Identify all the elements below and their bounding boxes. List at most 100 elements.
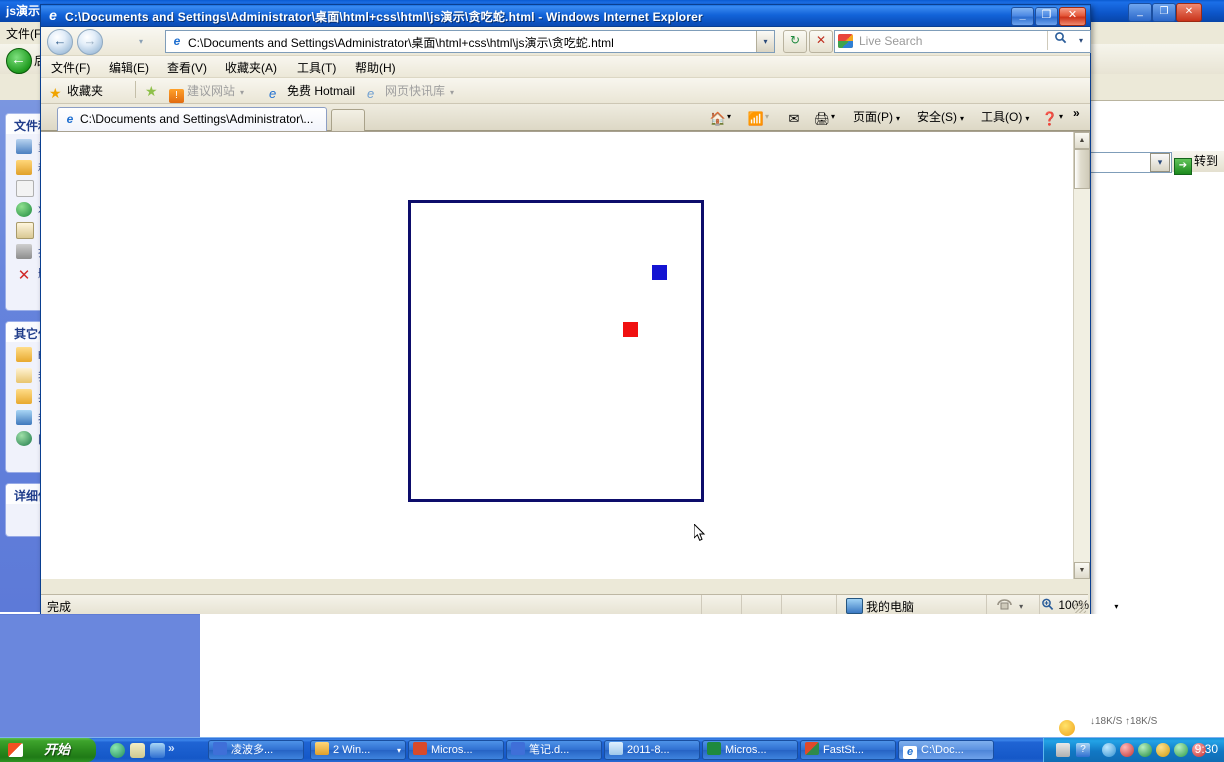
search-icon[interactable] (1047, 31, 1072, 50)
protected-mode-indicator[interactable]: ▾ (996, 598, 1023, 612)
background-restore-button[interactable]: ❐ (1152, 3, 1176, 22)
internet-explorer-window[interactable]: e C:\Documents and Settings\Administrato… (40, 4, 1091, 616)
web-slice-gallery-label: 网页快讯库 (385, 84, 445, 98)
email-icon (16, 222, 34, 239)
taskbar-item-label: Micros... (725, 744, 767, 756)
background-close-button[interactable]: ✕ (1176, 3, 1202, 22)
my-documents-icon (16, 368, 32, 383)
read-mail-button[interactable]: ✉ (785, 108, 803, 127)
taskbar-item-6[interactable]: FastSt... (800, 740, 896, 760)
menu-edit[interactable]: 编辑(E) (109, 59, 149, 76)
favorites-button[interactable]: ★收藏夹 (49, 82, 103, 100)
browser-tab[interactable]: e C:\Documents and Settings\Administrato… (57, 107, 327, 131)
scrollbar-thumb[interactable] (1074, 149, 1090, 189)
update-icon[interactable] (1174, 743, 1188, 757)
chevron-down-icon: ▾ (727, 112, 731, 121)
taskbar-item-7[interactable]: e C:\Doc... (898, 740, 994, 760)
maximize-button[interactable]: ❐ (1035, 7, 1058, 26)
chevron-down-icon: ▾ (896, 114, 900, 123)
menu-favorites[interactable]: 收藏夹(A) (225, 59, 277, 76)
taskbar-item-0[interactable]: 凌波多... (208, 740, 304, 760)
vertical-scrollbar[interactable]: ▲ ▼ (1073, 132, 1090, 579)
taskbar-item-label: C:\Doc... (921, 744, 964, 756)
background-minimize-button[interactable]: _ (1128, 3, 1152, 22)
search-dropdown-icon[interactable]: ▾ (1074, 31, 1088, 50)
help-icon[interactable] (150, 743, 165, 758)
volume-icon[interactable] (1120, 743, 1134, 757)
command-bar-overflow-button[interactable]: » (1073, 106, 1080, 120)
menu-file-accel: (F) (75, 61, 90, 75)
background-go-button[interactable]: ➔转到 (1172, 151, 1224, 172)
suggested-sites-button[interactable]: !建议网站▾ (169, 82, 244, 103)
menu-help[interactable]: 帮助(H) (355, 59, 396, 76)
refresh-button[interactable]: ↻ (783, 30, 807, 53)
address-bar[interactable]: e C:\Documents and Settings\Administrato… (165, 30, 775, 53)
media-player-icon[interactable] (130, 743, 145, 758)
back-button[interactable]: ← (47, 29, 73, 55)
minimize-button[interactable]: _ (1011, 7, 1034, 26)
desktop-background-left (0, 614, 200, 738)
search-input[interactable]: Live Search (859, 34, 922, 48)
feeds-button[interactable]: 📶▾ (747, 108, 769, 127)
menu-file[interactable]: 文件(F) (51, 59, 90, 76)
folder-icon (16, 347, 32, 362)
menu-view-label: 查看 (167, 61, 191, 75)
taskbar-item-2[interactable]: Micros... (408, 740, 504, 760)
divider (135, 81, 136, 98)
keyboard-icon[interactable] (1056, 743, 1070, 757)
taskbar-clock[interactable]: 9:30 (1195, 742, 1218, 756)
ie-logo-icon: e (169, 33, 185, 49)
shield-icon[interactable] (1156, 743, 1170, 757)
divider (701, 595, 702, 614)
add-to-favorites-bar-button[interactable]: ★ (145, 82, 163, 98)
taskbar-item-5[interactable]: Micros... (702, 740, 798, 760)
divider (741, 595, 742, 614)
show-desktop-icon[interactable] (110, 743, 125, 758)
safety-menu-button[interactable]: 安全(S)▾ (917, 108, 964, 125)
security-zone-indicator[interactable]: 我的电脑 (846, 598, 914, 615)
background-address-dropdown-icon[interactable]: ▾ (1150, 153, 1170, 172)
start-button[interactable]: 开始 (0, 738, 96, 762)
suggested-sites-label: 建议网站 (187, 84, 235, 98)
new-tab-button[interactable] (331, 109, 365, 131)
page-menu-button[interactable]: 页面(P)▾ (853, 108, 900, 125)
help-menu-button[interactable]: ❓▾ (1041, 108, 1063, 127)
menu-tools[interactable]: 工具(T) (297, 59, 336, 76)
scroll-up-button[interactable]: ▲ (1074, 132, 1090, 149)
desktop: js演示 _ ❐ ✕ 文件(F) ← 后退 地址(D) ▾ ➔转到 文件和文件夹… (0, 0, 1224, 762)
help-icon[interactable]: ? (1076, 743, 1090, 757)
scroll-down-button[interactable]: ▼ (1074, 562, 1090, 579)
forward-button[interactable]: → (77, 29, 103, 55)
resize-grip[interactable] (1074, 601, 1086, 613)
chevron-down-icon: ▾ (1019, 602, 1023, 611)
feeds-icon: 📶 (747, 110, 765, 127)
web-page-content[interactable] (42, 132, 1073, 577)
page-viewport: ▲ ▼ (41, 131, 1090, 579)
web-slice-gallery-link[interactable]: e网页快讯库▾ (367, 82, 454, 101)
messenger-icon[interactable] (1138, 743, 1152, 757)
print-button[interactable]: 🖨▾ (813, 108, 835, 127)
ie-status-bar: 完成 我的电脑 ▾ 100% ▾ (41, 594, 1088, 615)
address-bar-dropdown-icon[interactable]: ▾ (756, 31, 774, 52)
taskbar: 开始 » 凌波多... 2 Win...▾ Micros... 笔记.d... … (0, 737, 1224, 762)
taskbar-item-3[interactable]: 笔记.d... (506, 740, 602, 760)
quick-launch-overflow-icon[interactable]: » (168, 741, 175, 755)
taskbar-item-4[interactable]: 2011-8... (604, 740, 700, 760)
page-menu-label: 页面 (853, 110, 877, 124)
app-icon (511, 742, 525, 755)
menu-view[interactable]: 查看(V) (167, 59, 207, 76)
chevron-down-icon[interactable]: ▾ (397, 741, 401, 760)
network-icon[interactable] (1102, 743, 1116, 757)
taskbar-item-1[interactable]: 2 Win...▾ (310, 740, 406, 760)
close-button[interactable]: ✕ (1059, 7, 1086, 26)
ie-logo-icon: e (903, 746, 917, 759)
recent-pages-dropdown-icon[interactable]: ▾ (139, 37, 143, 46)
chevron-down-icon: ▾ (1059, 112, 1063, 121)
snake-game-board[interactable] (408, 200, 704, 502)
tools-menu-button[interactable]: 工具(O)▾ (981, 108, 1029, 125)
safety-menu-label: 安全 (917, 110, 941, 124)
search-box[interactable]: Live Search ▾ (834, 30, 1091, 53)
stop-button[interactable]: ✕ (809, 30, 833, 53)
free-hotmail-link[interactable]: e免费 Hotmail (269, 82, 355, 101)
home-button[interactable]: 🏠▾ (709, 108, 731, 127)
